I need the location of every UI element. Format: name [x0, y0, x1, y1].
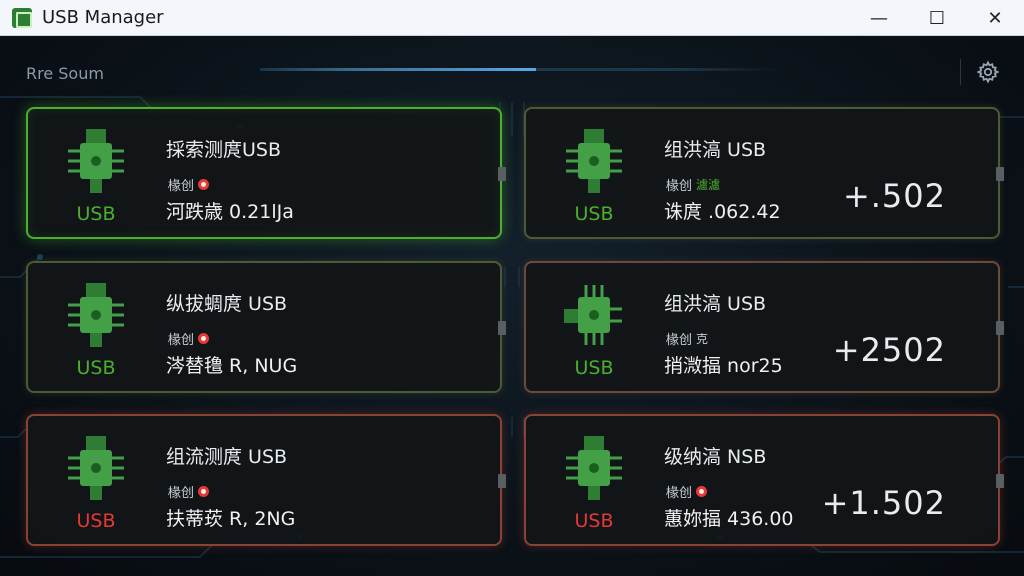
header-divider — [960, 59, 961, 85]
status-label: 椽创 — [168, 179, 195, 194]
device-value: +.502 — [842, 177, 946, 215]
usb-chip-icon — [68, 129, 124, 193]
title-bar: USB Manager — ☐ ✕ — [0, 0, 1024, 36]
device-title: 纵拔蜩庹 USB — [166, 293, 288, 315]
device-title: 组洪滈 USB — [664, 293, 767, 315]
status-tag: 克 — [696, 332, 709, 346]
card-edge-tab — [498, 321, 506, 335]
usb-chip-icon — [68, 283, 124, 347]
card-edge-tab — [996, 321, 1004, 335]
maximize-button[interactable]: ☐ — [908, 0, 966, 36]
device-status: 椽创 克 — [666, 329, 708, 348]
window-controls: — ☐ ✕ — [850, 0, 1024, 36]
usb-device-card[interactable]: USB 组流测庹 USB 椽创 扶蒂莰 R, 2NG — [26, 414, 506, 546]
close-button[interactable]: ✕ — [966, 0, 1024, 36]
device-status: 椽创 — [168, 329, 210, 348]
status-label: 椽创 — [666, 333, 693, 348]
usb-label: USB — [574, 357, 614, 379]
device-detail: 蕙妳揊 436.00 — [664, 508, 794, 530]
gear-icon — [976, 60, 1000, 84]
status-label: 椽创 — [666, 179, 693, 194]
usb-chip-icon — [68, 436, 124, 500]
usb-device-card[interactable]: USB 组洪滈 USB 椽创 濾濾 诛庹 .062.42 +.502 — [524, 107, 1004, 239]
usb-label: USB — [574, 203, 614, 225]
status-label: 椽创 — [168, 486, 195, 501]
usb-label: USB — [574, 510, 614, 532]
card-edge-tab — [996, 474, 1004, 488]
status-label: 椽创 — [168, 333, 195, 348]
usb-label: USB — [76, 510, 116, 532]
status-indicator-icon — [696, 486, 708, 497]
usb-label: USB — [76, 357, 116, 379]
section-label: Rre Soum — [26, 64, 104, 83]
usb-device-card[interactable]: USB 组洪滈 USB 椽创 克 捎溦揊 nor25 +2502 — [524, 261, 1004, 393]
app-icon — [12, 7, 32, 28]
status-indicator-icon — [198, 333, 210, 344]
progress-fill — [260, 68, 536, 71]
usb-chip-icon — [566, 129, 622, 193]
status-tag: 濾濾 — [696, 178, 721, 192]
card-edge-tab — [996, 167, 1004, 181]
device-title: 级纳滈 NSB — [664, 446, 767, 468]
device-title: 组洪滈 USB — [664, 139, 767, 161]
window-title: USB Manager — [42, 7, 164, 28]
card-edge-tab — [498, 474, 506, 488]
progress-bar — [260, 68, 780, 71]
device-status: 椽创 — [666, 482, 708, 501]
device-status: 椽创 — [168, 482, 210, 501]
device-status: 椽创 — [168, 175, 210, 194]
device-title: 组流测庹 USB — [166, 446, 288, 468]
device-value: +1.502 — [821, 484, 946, 522]
device-detail: 河跌歳 0.21lJa — [166, 201, 294, 223]
device-detail: 涔替氇 R, NUG — [166, 355, 298, 377]
usb-device-card[interactable]: USB 採索测庹USB 椽创 河跌歳 0.21lJa — [26, 107, 506, 239]
usb-chip-icon — [564, 285, 622, 345]
device-detail: 扶蒂莰 R, 2NG — [166, 508, 296, 530]
main-content: Rre Soum USB 採索测庹USB 椽创 河跌歳 0.21lJa USB … — [0, 37, 1024, 576]
usb-chip-icon — [566, 436, 622, 500]
status-label: 椽创 — [666, 486, 693, 501]
status-indicator-icon — [198, 486, 210, 497]
card-edge-tab — [498, 167, 506, 181]
device-value: +2502 — [832, 331, 946, 369]
minimize-button[interactable]: — — [850, 0, 908, 36]
usb-device-card[interactable]: USB 纵拔蜩庹 USB 椽创 涔替氇 R, NUG — [26, 261, 506, 393]
device-title: 採索测庹USB — [166, 139, 282, 161]
device-status: 椽创 濾濾 — [666, 175, 720, 194]
device-detail: 捎溦揊 nor25 — [664, 355, 783, 377]
device-detail: 诛庹 .062.42 — [664, 201, 781, 223]
usb-device-card[interactable]: USB 级纳滈 NSB 椽创 蕙妳揊 436.00 +1.502 — [524, 414, 1004, 546]
usb-label: USB — [76, 203, 116, 225]
settings-button[interactable] — [975, 59, 1001, 85]
status-indicator-icon — [198, 179, 210, 190]
